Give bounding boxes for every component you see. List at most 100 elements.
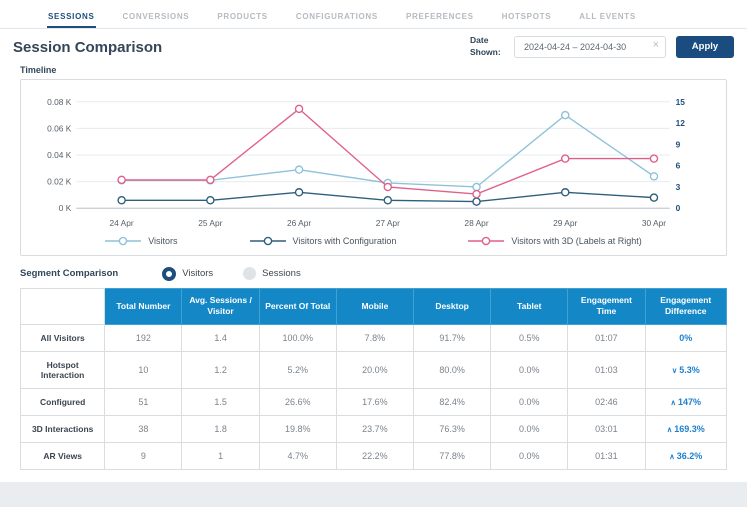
tab-hotspots[interactable]: HOTSPOTS <box>501 3 553 28</box>
data-point-visitors-with-configuration[interactable] <box>117 196 126 205</box>
table-cell: 1.4 <box>181 323 260 352</box>
engagement-difference-cell: ∧ 169.3% <box>644 414 728 443</box>
table-cell: 38 <box>104 414 183 443</box>
data-point-visitors-with-configuration[interactable] <box>294 188 304 197</box>
difference-value: 0% <box>679 332 693 343</box>
tab-preferences[interactable]: PREFERENCES <box>405 3 475 28</box>
tab-products[interactable]: PRODUCTS <box>216 3 269 28</box>
data-point-visitors-with-configuration[interactable] <box>472 197 481 206</box>
nav-tab-list: SESSIONS CONVERSIONS PRODUCTS CONFIGURATION… <box>47 3 637 28</box>
data-point-visitors-with-3d-labels-at-right[interactable] <box>383 182 393 192</box>
engagement-difference-cell: ∧ 147% <box>644 387 728 416</box>
data-point-visitors-with-configuration[interactable] <box>649 193 659 202</box>
clear-date-icon[interactable]: × <box>653 39 659 51</box>
apply-button[interactable]: Apply <box>676 35 734 58</box>
table-cell: 1.2 <box>181 350 260 389</box>
segment-comparison-label: Segment Comparison <box>20 268 119 280</box>
table-cell: 0.0% <box>490 387 569 416</box>
timeline-chart-card: 0 K 0.02 K 0.04 K 0.06 K 0.08 K 0 3 6 9 12 15 24 Ap… <box>20 79 727 256</box>
legend-label: Visitors with 3D (Labels at Right) <box>511 235 642 246</box>
data-point-visitors[interactable] <box>561 110 570 120</box>
table-row-configured: Configured 51 1.5 26.6% 17.6% 82.4% 0.0% 02:46 ∧… <box>19 387 728 416</box>
x-axis-label: 30 Apr <box>642 218 666 228</box>
y-axis-label-right: 6 <box>676 161 681 171</box>
table-row-ar-views: AR Views 9 1 4.7% 22.2% 77.8% 0.0% 01:31 ∧ 36.2% <box>19 441 728 470</box>
caret-down-icon: ∨ <box>671 365 678 375</box>
table-cell: 51 <box>104 387 183 416</box>
caret-up-icon: ∧ <box>666 424 673 434</box>
date-range-input[interactable] <box>514 35 666 58</box>
difference-value: 169.3% <box>674 423 705 434</box>
page-title: Session Comparison <box>13 39 163 56</box>
data-point-visitors-with-configuration[interactable] <box>561 188 570 197</box>
table-cell: 5.2% <box>258 350 337 389</box>
tab-sessions[interactable]: SESSIONS <box>47 3 96 28</box>
table-row-all-visitors: All Visitors 192 1.4 100.0% 7.8% 91.7% 0.5% 01:… <box>19 323 728 352</box>
radio-sessions[interactable]: Sessions <box>243 267 301 281</box>
row-label: 3D Interactions <box>19 414 106 443</box>
table-cell: 02:46 <box>567 387 646 416</box>
table-cell: 19.8% <box>258 414 337 443</box>
table-cell: 26.6% <box>258 387 337 416</box>
table-cell: 23.7% <box>335 414 415 443</box>
table-cell: 22.2% <box>335 441 415 470</box>
segment-radio-group: Visitors Sessions <box>162 266 301 281</box>
data-point-visitors-with-3d-labels-at-right[interactable] <box>561 154 570 163</box>
engagement-difference-cell: ∨ 5.3% <box>644 350 728 389</box>
table-cell: 01:03 <box>567 350 646 389</box>
x-axis-label: 25 Apr <box>198 218 222 228</box>
tab-configurations[interactable]: CONFIGURATIONS <box>295 3 379 28</box>
data-point-visitors[interactable] <box>649 172 659 181</box>
engagement-difference-cell: 0% <box>644 323 728 352</box>
data-point-visitors-with-3d-labels-at-right[interactable] <box>206 175 215 185</box>
timeline-label: Timeline <box>20 65 57 75</box>
series-line-visitors <box>121 114 655 188</box>
difference-value: 5.3% <box>679 364 700 375</box>
data-point-visitors-with-3d-labels-at-right[interactable] <box>472 189 481 199</box>
legend-item-visitors[interactable]: Visitors <box>105 236 178 246</box>
y-axis-label-left: 0.04 K <box>47 150 72 160</box>
table-cell: 1 <box>181 441 260 470</box>
row-label: Hotspot Interaction <box>19 350 106 389</box>
table-cell: 1.8 <box>181 414 260 443</box>
table-cell: 0.0% <box>490 441 569 470</box>
x-axis-label: 27 Apr <box>376 218 400 228</box>
row-label: Configured <box>19 387 106 416</box>
table-cell: 0.0% <box>490 414 569 443</box>
table-cell: 7.8% <box>335 323 415 352</box>
column-header-total-number: Total Number <box>104 287 183 325</box>
data-point-visitors[interactable] <box>294 165 304 174</box>
difference-value: 36.2% <box>676 450 703 461</box>
caret-up-icon: ∧ <box>670 397 676 407</box>
table-cell: 1.5 <box>181 387 260 416</box>
table-cell: 03:01 <box>567 414 646 443</box>
legend-item-visitors-with-3d-labels-at-right[interactable]: Visitors with 3D (Labels at Right) <box>468 235 642 246</box>
column-header-tablet: Tablet <box>490 287 569 325</box>
table-cell: 20.0% <box>335 350 415 389</box>
radio-unselected-icon <box>243 267 257 281</box>
y-axis-label-right: 3 <box>676 182 681 192</box>
data-point-visitors-with-configuration[interactable] <box>206 196 215 205</box>
timeline-line-chart: 0 K 0.02 K 0.04 K 0.06 K 0.08 K 0 3 6 9 12 15 24 Ap… <box>47 97 686 228</box>
segment-comparison-row: Segment Comparison Visitors Sessions <box>20 266 727 281</box>
data-point-visitors-with-3d-labels-at-right[interactable] <box>294 104 304 114</box>
table-cell: 0.5% <box>490 323 569 352</box>
y-axis-label-left: 0.08 K <box>47 97 72 107</box>
legend-marker-icon <box>468 236 505 246</box>
data-point-visitors-with-3d-labels-at-right[interactable] <box>117 175 126 185</box>
column-header-percent-of-total: Percent Of Total <box>258 287 337 325</box>
difference-value: 147% <box>677 396 702 407</box>
tab-conversions[interactable]: CONVERSIONS <box>122 3 191 28</box>
data-point-visitors[interactable] <box>472 182 481 192</box>
data-point-visitors-with-3d-labels-at-right[interactable] <box>649 154 659 163</box>
y-axis-label-right: 15 <box>676 97 686 107</box>
legend-item-visitors-with-configuration[interactable]: Visitors with Configuration <box>249 236 396 246</box>
data-point-visitors-with-configuration[interactable] <box>383 196 393 205</box>
x-axis-label: 28 Apr <box>464 218 488 228</box>
tab-all-events[interactable]: ALL EVENTS <box>578 3 637 28</box>
radio-label: Visitors <box>182 268 214 280</box>
engagement-difference-cell: ∧ 36.2% <box>644 441 728 470</box>
table-cell: 0.0% <box>490 350 569 389</box>
radio-visitors[interactable]: Visitors <box>162 266 214 281</box>
x-axis-label: 29 Apr <box>553 218 577 228</box>
